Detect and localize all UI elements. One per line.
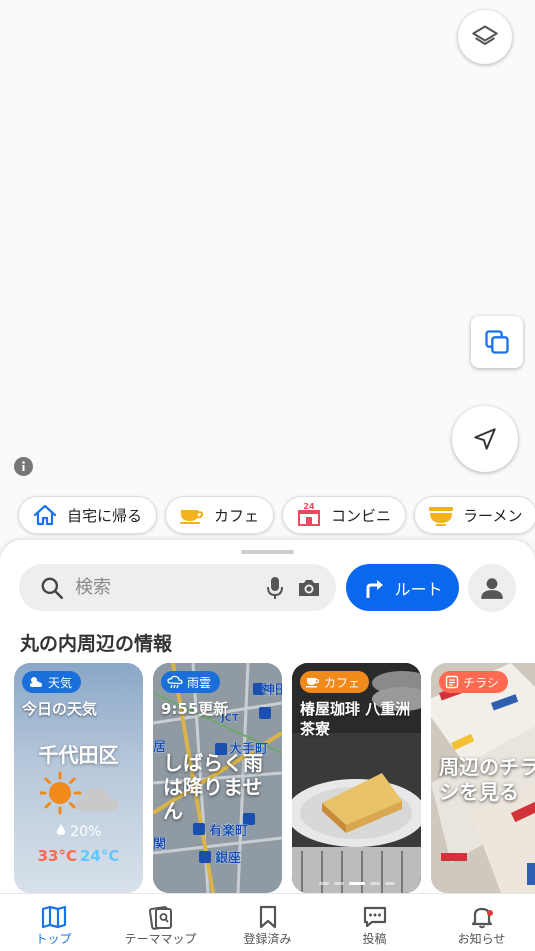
cafe-cup-icon <box>178 502 206 528</box>
chip-ramen[interactable]: ラーメン <box>414 496 535 534</box>
category-chips: 自宅に帰る カフェ 24 コンビニ ラーメン <box>18 496 535 534</box>
theme-map-icon <box>148 904 174 930</box>
weather-title: 今日の天気 <box>22 700 98 718</box>
bottom-tab-bar: トップ テーママップ 登録済み 投稿 お知らせ <box>0 893 535 951</box>
ramen-bowl-icon <box>427 502 455 528</box>
notification-dot <box>486 910 493 916</box>
temperature-range: 33°C 24°C <box>14 847 143 865</box>
person-icon <box>481 578 503 599</box>
tab-saved[interactable]: 登録済み <box>214 894 321 951</box>
search-bar[interactable] <box>19 564 336 611</box>
multi-window-button[interactable] <box>471 316 523 368</box>
chip-label: カフェ <box>214 506 260 525</box>
carousel-dots <box>292 882 421 885</box>
layers-button[interactable] <box>458 10 512 64</box>
search-icon <box>41 577 64 599</box>
turn-right-arrow-icon <box>366 579 384 598</box>
svg-text:銀座: 銀座 <box>215 850 241 866</box>
bottom-sheet: ルート 丸の内周辺の情報 天気 今日の天気 千代田区 20% <box>0 540 535 900</box>
tab-label: 登録済み <box>243 932 292 946</box>
flyer-card[interactable]: チラシ 周辺のチラシを見る <box>431 663 535 893</box>
rain-radar-card[interactable]: 神田 JCT 大手町 居 有楽町 銀座 関 雨雲 9:55更新 しばらく雨は降り… <box>153 663 282 893</box>
low-temp: 24°C <box>80 847 120 865</box>
tab-label: 投稿 <box>362 932 387 946</box>
home-icon <box>31 502 59 528</box>
flyer-tag: チラシ <box>439 671 508 693</box>
svg-text:神田: 神田 <box>262 682 282 698</box>
comment-icon <box>362 904 388 930</box>
convenience-store-24-icon: 24 <box>295 502 323 528</box>
chip-label: ラーメン <box>463 506 523 525</box>
cafe-card[interactable]: カフェ 椿屋珈琲 八重洲茶寮 <box>292 663 421 893</box>
tab-notifications[interactable]: お知らせ <box>428 894 535 951</box>
tab-label: トップ <box>35 932 72 946</box>
weather-card[interactable]: 天気 今日の天気 千代田区 20% 33°C 24°C <box>14 663 143 893</box>
high-temp: 33°C <box>37 847 77 865</box>
flyer-icon <box>445 675 459 689</box>
chip-convenience-store[interactable]: 24 コンビニ <box>282 496 407 534</box>
svg-text:24: 24 <box>303 502 315 511</box>
info-cards: 天気 今日の天気 千代田区 20% 33°C 24°C 神田 JCT 大手町 居… <box>14 663 535 893</box>
search-input[interactable] <box>75 577 266 598</box>
bell-icon <box>471 904 493 930</box>
rain-chance: 20% <box>14 823 143 840</box>
chip-home[interactable]: 自宅に帰る <box>18 496 158 534</box>
rain-update-time: 9:55更新 <box>161 700 229 718</box>
raindrop-icon <box>56 824 65 835</box>
tab-label: テーママップ <box>124 932 197 946</box>
chip-cafe[interactable]: カフェ <box>165 496 275 534</box>
sunny-cloudy-icon <box>38 771 122 819</box>
current-location-button[interactable] <box>452 406 518 472</box>
camera-icon[interactable] <box>296 576 322 600</box>
flyer-message: 周辺のチラシを見る <box>439 755 535 804</box>
bookmark-icon <box>258 904 278 930</box>
chip-label: 自宅に帰る <box>67 506 143 525</box>
tab-theme-map[interactable]: テーママップ <box>107 894 214 951</box>
layers-icon <box>472 25 498 46</box>
chip-label: コンビニ <box>331 506 392 525</box>
navigation-arrow-icon <box>474 428 496 450</box>
copy-icon <box>485 330 509 354</box>
cafe-cup-icon <box>306 678 320 688</box>
rain-message: しばらく雨は降りません <box>163 751 263 823</box>
tab-top[interactable]: トップ <box>0 894 107 951</box>
sheet-drag-handle[interactable] <box>241 550 294 554</box>
tab-label: お知らせ <box>457 932 506 946</box>
rain-cloud-icon <box>167 675 183 689</box>
tab-post[interactable]: 投稿 <box>321 894 428 951</box>
cafe-name: 椿屋珈琲 八重洲茶寮 <box>300 700 411 738</box>
info-icon[interactable] <box>14 457 33 476</box>
weather-tag: 天気 <box>22 671 82 693</box>
account-button[interactable] <box>468 564 516 612</box>
weather-icon <box>30 677 42 687</box>
cheesecake-photo <box>292 663 421 893</box>
route-button[interactable]: ルート <box>346 564 459 611</box>
microphone-icon[interactable] <box>266 575 284 601</box>
svg-text:有楽町: 有楽町 <box>209 823 248 839</box>
map-book-icon <box>41 904 67 930</box>
weather-city: 千代田区 <box>38 743 119 767</box>
route-button-label: ルート <box>394 579 443 599</box>
svg-text:関: 関 <box>153 837 166 852</box>
cafe-tag: カフェ <box>300 671 370 693</box>
rain-cloud-tag: 雨雲 <box>161 671 221 693</box>
section-title: 丸の内周辺の情報 <box>20 633 173 655</box>
map-canvas[interactable] <box>0 0 535 540</box>
